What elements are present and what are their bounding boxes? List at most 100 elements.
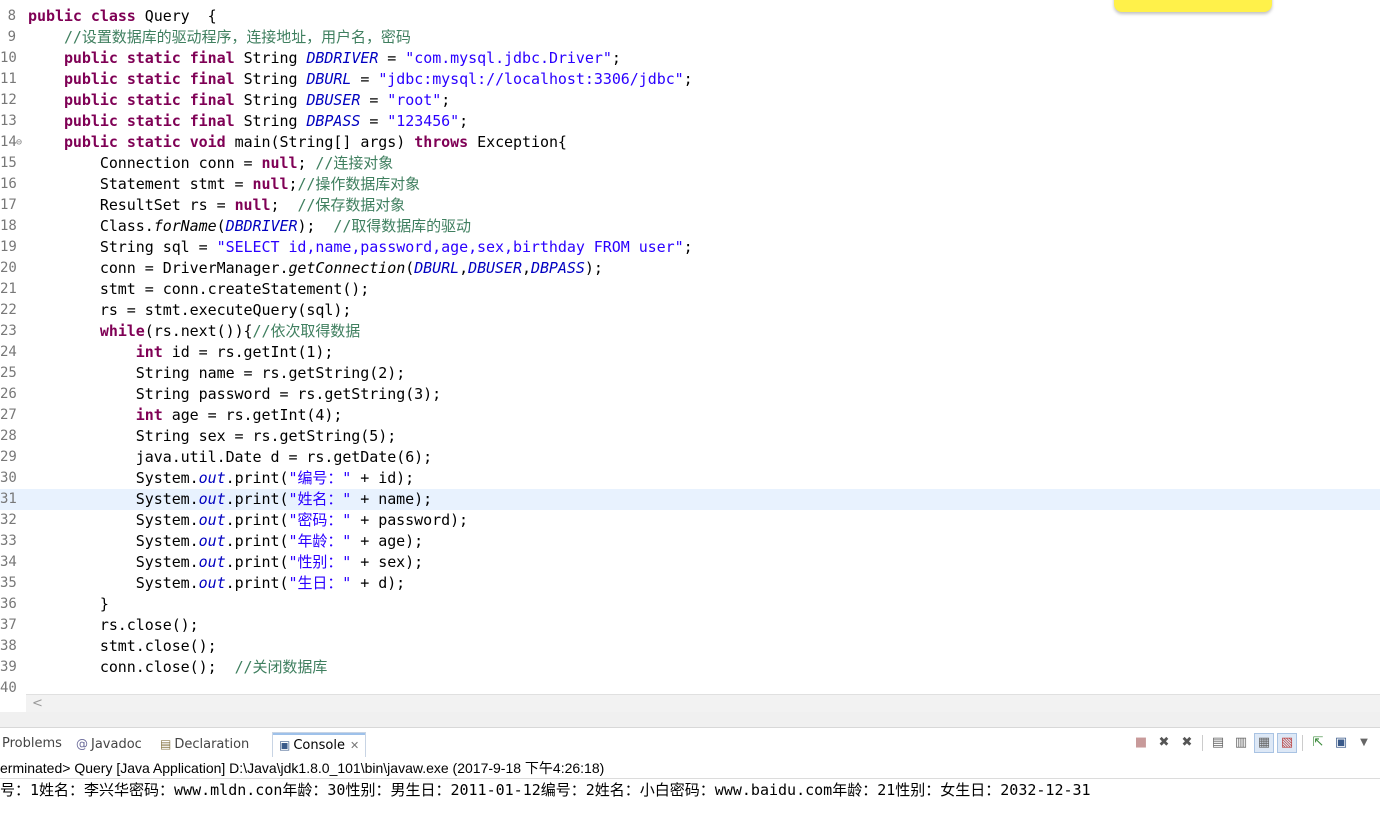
code-line[interactable]: 28 String sex = rs.getString(5); bbox=[0, 426, 1380, 447]
horizontal-scrollbar[interactable]: < bbox=[26, 694, 1380, 713]
code-text: stmt.close(); bbox=[28, 637, 217, 655]
code-line[interactable]: 14 ⊖ public static void main(String[] arg… bbox=[0, 132, 1380, 153]
tab-declaration[interactable]: ▤ Declaration bbox=[160, 732, 249, 756]
line-number: 25 bbox=[0, 365, 17, 381]
code-text: System.out.print("年龄：" + age); bbox=[28, 532, 424, 550]
code-line[interactable]: 17 ResultSet rs = null; //保存数据对象 bbox=[0, 195, 1380, 216]
tab-problems[interactable]: Problems bbox=[2, 732, 62, 756]
code-text: System.out.print("姓名：" + name); bbox=[28, 490, 433, 508]
line-number: 20 bbox=[0, 260, 17, 276]
line-number: 24 bbox=[0, 344, 17, 360]
panel-divider[interactable] bbox=[0, 712, 1380, 728]
code-text: System.out.print("密码：" + password); bbox=[28, 511, 469, 529]
line-number: 31 bbox=[0, 491, 17, 507]
code-line[interactable]: 18 Class.forName(DBDRIVER); //取得数据库的驱动 bbox=[0, 216, 1380, 237]
code-line[interactable]: 10 public static final String DBDRIVER =… bbox=[0, 48, 1380, 69]
declaration-doc-icon: ▤ bbox=[160, 737, 172, 751]
line-number: 34 bbox=[0, 554, 17, 570]
code-text: int age = rs.getInt(4); bbox=[135, 406, 343, 424]
terminate-icon[interactable]: ■ bbox=[1131, 733, 1151, 753]
console-status-line: erminated> Query [Java Application] D:\J… bbox=[0, 758, 1380, 779]
code-text: String name = rs.getString(2); bbox=[28, 364, 406, 382]
tab-javadoc[interactable]: @ Javadoc bbox=[76, 732, 142, 756]
code-line[interactable]: 13 public static final String DBPASS = "… bbox=[0, 111, 1380, 132]
code-text: rs.close(); bbox=[28, 616, 199, 634]
code-text: System.out.print("编号：" + id); bbox=[28, 469, 415, 487]
code-line[interactable]: 31 System.out.print("姓名：" + name); bbox=[0, 489, 1380, 510]
code-line[interactable]: 22 rs = stmt.executeQuery(sql); bbox=[0, 300, 1380, 321]
code-text: ResultSet rs = null; //保存数据对象 bbox=[28, 196, 406, 214]
code-line[interactable]: 21 stmt = conn.createStatement(); bbox=[0, 279, 1380, 300]
line-number: 11 bbox=[0, 71, 17, 87]
code-line[interactable]: 33 System.out.print("年龄：" + age); bbox=[0, 531, 1380, 552]
code-line[interactable]: 26 String password = rs.getString(3); bbox=[0, 384, 1380, 405]
code-text: conn = DriverManager.getConnection(DBURL… bbox=[28, 259, 603, 277]
code-text: } bbox=[28, 595, 109, 613]
scroll-lock-icon[interactable]: ▥ bbox=[1231, 733, 1251, 753]
code-editor[interactable]: 8 public class Query {9 //设置数据库的驱动程序，连接地址… bbox=[0, 0, 1380, 694]
clear-console-icon[interactable]: ▤ bbox=[1208, 733, 1228, 753]
line-number: 27 bbox=[0, 407, 17, 423]
tab-console[interactable]: ▣ Console ✕ bbox=[272, 732, 367, 757]
close-icon[interactable]: ✕ bbox=[350, 739, 359, 752]
console-output[interactable]: 号：1姓名：李兴华密码：www.mldn.con年龄：30性别：男生日：2011… bbox=[0, 779, 1380, 801]
floating-notification-tab[interactable] bbox=[1114, 0, 1272, 12]
line-number: 10 bbox=[0, 50, 17, 66]
code-line[interactable]: 27 int age = rs.getInt(4); bbox=[0, 405, 1380, 426]
line-number: 39 bbox=[0, 659, 17, 675]
line-number: 26 bbox=[0, 386, 17, 402]
chevron-down-icon[interactable]: ▼ bbox=[1354, 733, 1374, 753]
code-line[interactable]: 35 System.out.print("生日：" + d); bbox=[0, 573, 1380, 594]
code-line[interactable]: 11 public static final String DBURL = "j… bbox=[0, 69, 1380, 90]
code-line[interactable]: 40 bbox=[0, 678, 1380, 694]
code-text: String sex = rs.getString(5); bbox=[28, 427, 397, 445]
scroll-left-arrow-icon[interactable]: < bbox=[32, 695, 43, 713]
code-line[interactable]: 39 conn.close(); //关闭数据库 bbox=[0, 657, 1380, 678]
line-number: 38 bbox=[0, 638, 17, 654]
code-line[interactable]: 23 while(rs.next()){//依次取得数据 bbox=[0, 321, 1380, 342]
bottom-panel-tabbar: Problems @ Javadoc ▤ Declaration ▣ Console ✕… bbox=[0, 728, 1380, 758]
code-line[interactable]: 38 stmt.close(); bbox=[0, 636, 1380, 657]
code-line[interactable]: 16 Statement stmt = null;//操作数据库对象 bbox=[0, 174, 1380, 195]
code-line[interactable]: 37 rs.close(); bbox=[0, 615, 1380, 636]
line-number: 16 bbox=[0, 176, 17, 192]
code-text: public static final String DBDRIVER = "c… bbox=[63, 49, 621, 67]
line-number: 8 bbox=[7, 8, 16, 24]
code-line[interactable]: 29 java.util.Date d = rs.getDate(6); bbox=[0, 447, 1380, 468]
code-text: java.util.Date d = rs.getDate(6); bbox=[28, 448, 433, 466]
line-number: 23 bbox=[0, 323, 17, 339]
tab-problems-label: Problems bbox=[2, 736, 62, 751]
code-text: public static void main(String[] args) t… bbox=[63, 133, 567, 151]
show-console-on-output-icon[interactable]: ▦ bbox=[1254, 733, 1274, 753]
line-number: 21 bbox=[0, 281, 17, 297]
code-line[interactable]: 19 String sql = "SELECT id,name,password… bbox=[0, 237, 1380, 258]
pin-console-icon[interactable]: ⇱ bbox=[1308, 733, 1328, 753]
remove-all-terminated-icon[interactable]: ✖ bbox=[1177, 733, 1197, 753]
code-line[interactable]: 9 //设置数据库的驱动程序，连接地址，用户名，密码 bbox=[0, 27, 1380, 48]
code-line[interactable]: 32 System.out.print("密码：" + password); bbox=[0, 510, 1380, 531]
line-number: 9 bbox=[7, 29, 16, 45]
code-line[interactable]: 34 System.out.print("性别：" + sex); bbox=[0, 552, 1380, 573]
code-line[interactable]: 30 System.out.print("编号：" + id); bbox=[0, 468, 1380, 489]
line-number: 29 bbox=[0, 449, 17, 465]
code-line[interactable]: 25 String name = rs.getString(2); bbox=[0, 363, 1380, 384]
code-line[interactable]: 12 public static final String DBUSER = "… bbox=[0, 90, 1380, 111]
line-number: 32 bbox=[0, 512, 17, 528]
line-number: 35 bbox=[0, 575, 17, 591]
code-text: String password = rs.getString(3); bbox=[28, 385, 442, 403]
code-line[interactable]: 24 int id = rs.getInt(1); bbox=[0, 342, 1380, 363]
tab-javadoc-label: Javadoc bbox=[91, 737, 142, 752]
display-selected-console-icon[interactable]: ▣ bbox=[1331, 733, 1351, 753]
code-line[interactable]: 20 conn = DriverManager.getConnection(DB… bbox=[0, 258, 1380, 279]
code-text: conn.close(); //关闭数据库 bbox=[28, 658, 328, 676]
line-number: 15 bbox=[0, 155, 17, 171]
code-line[interactable]: 15 Connection conn = null; //连接对象 bbox=[0, 153, 1380, 174]
collapse-minus-icon[interactable]: ⊖ bbox=[16, 132, 26, 153]
code-text: public static final String DBPASS = "123… bbox=[63, 112, 469, 130]
code-line[interactable]: 36 } bbox=[0, 594, 1380, 615]
show-console-on-error-icon[interactable]: ▧ bbox=[1277, 733, 1297, 753]
remove-launch-icon[interactable]: ✖ bbox=[1154, 733, 1174, 753]
console-monitor-icon: ▣ bbox=[279, 738, 291, 752]
code-text: Connection conn = null; //连接对象 bbox=[28, 154, 394, 172]
toolbar-separator bbox=[1202, 735, 1203, 751]
